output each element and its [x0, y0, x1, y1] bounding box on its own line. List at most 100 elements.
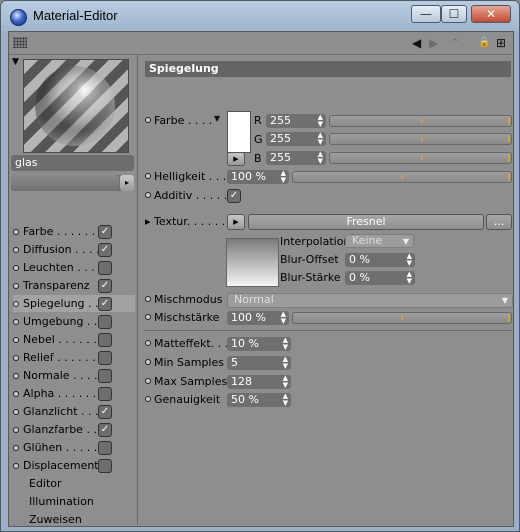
channel-item[interactable]: Alpha . . . . . . — [13, 385, 135, 402]
b-value-field[interactable]: 255 ▲ ▼ — [266, 151, 326, 165]
stepper-icon[interactable]: ▲ ▼ — [318, 114, 323, 128]
extra-item[interactable]: Zuweisen — [29, 511, 82, 528]
channel-item[interactable]: Farbe . . . . . . ✓ — [13, 223, 135, 240]
channel-checkbox[interactable] — [98, 333, 112, 347]
genauigkeit-field[interactable]: 50 % ▲ ▼ — [227, 393, 291, 407]
channel-item[interactable]: Nebel . . . . . . — [13, 331, 135, 348]
channel-item[interactable]: Glühen . . . . . — [13, 439, 135, 456]
new-window-icon[interactable]: ⊞ — [496, 36, 506, 50]
channel-checkbox[interactable] — [98, 351, 112, 365]
g-slider[interactable] — [329, 133, 512, 145]
animate-dot-icon[interactable] — [145, 396, 151, 402]
stepper-icon[interactable]: ▲ ▼ — [283, 375, 288, 389]
channel-checkbox[interactable] — [98, 387, 112, 401]
scroll-right-icon[interactable]: ▸ — [120, 175, 134, 191]
matteffekt-field[interactable]: 10 % ▲ ▼ — [227, 337, 291, 351]
channel-item[interactable]: Glanzlicht . . . ✓ — [13, 403, 135, 420]
channel-checkbox[interactable] — [98, 369, 112, 383]
textur-menu-button[interactable]: ▶ — [227, 214, 245, 230]
color-swatch[interactable] — [227, 111, 251, 153]
fresnel-shader-button[interactable]: Fresnel — [248, 214, 484, 230]
animate-dot-icon[interactable] — [145, 314, 151, 320]
stepper-icon[interactable]: ▲ ▼ — [283, 337, 288, 351]
material-preview[interactable] — [23, 59, 129, 153]
close-button[interactable]: ✕ — [471, 5, 511, 23]
animate-dot-icon[interactable] — [145, 296, 151, 302]
pin-icon[interactable]: ⌃ — [450, 36, 460, 50]
max-samples-field[interactable]: 128 ▲ ▼ — [227, 375, 291, 389]
matteffekt-label: Matteffekt. . . — [145, 336, 228, 352]
toolbar-grip-icon[interactable] — [13, 37, 27, 48]
channel-item[interactable]: Transparenz ✓ — [13, 277, 135, 294]
title-bar[interactable]: Material-Editor — ☐ ✕ — [1, 1, 519, 31]
channel-checkbox[interactable] — [98, 441, 112, 455]
blur-offset-label: Blur-Offset — [280, 253, 339, 266]
animate-dot-icon[interactable] — [145, 340, 151, 346]
stepper-icon[interactable]: ▲ ▼ — [283, 393, 288, 407]
channel-checkbox[interactable]: ✓ — [98, 243, 112, 257]
min-samples-field[interactable]: 5 ▲ ▼ — [227, 356, 291, 370]
stepper-icon[interactable]: ▲ ▼ — [407, 271, 412, 285]
channel-checkbox[interactable]: ✓ — [98, 279, 112, 293]
blur-offset-field[interactable]: 0 % ▲ ▼ — [345, 253, 415, 267]
stepper-icon[interactable]: ▲ ▼ — [281, 170, 286, 184]
lock-icon[interactable]: 🔒 — [478, 36, 490, 50]
r-slider[interactable] — [329, 115, 512, 127]
stepper-icon[interactable]: ▲ ▼ — [407, 253, 412, 267]
stepper-icon[interactable]: ▲ ▼ — [318, 132, 323, 146]
genauigkeit-value: 50 % — [231, 393, 259, 406]
channel-dot-icon — [13, 337, 19, 343]
animate-dot-icon[interactable] — [145, 378, 151, 384]
scrollbar-thumb[interactable] — [11, 175, 119, 191]
slider-end — [508, 117, 510, 125]
preview-menu-icon[interactable]: ▼ — [12, 57, 19, 67]
r-value-field[interactable]: 255 ▲ ▼ — [266, 114, 326, 128]
forward-arrow-icon[interactable]: ▶ — [429, 36, 438, 50]
animate-dot-icon[interactable] — [145, 173, 151, 179]
channel-item[interactable]: Diffusion . . . . ✓ — [13, 241, 135, 258]
channel-checkbox[interactable]: ✓ — [98, 405, 112, 419]
channel-checkbox[interactable]: ✓ — [98, 297, 112, 311]
material-name-field[interactable]: glas — [11, 155, 134, 171]
channel-item[interactable]: Glanzfarbe . . ✓ — [13, 421, 135, 438]
g-value-field[interactable]: 255 ▲ ▼ — [266, 132, 326, 146]
channel-item[interactable]: Normale . . . . — [13, 367, 135, 384]
channel-item[interactable]: Spiegelung . . ✓ — [13, 295, 135, 312]
extra-item[interactable]: Editor — [29, 475, 62, 492]
channel-item[interactable]: Umgebung . . — [13, 313, 135, 330]
mischstaerke-field[interactable]: 100 % ▲ ▼ — [227, 311, 289, 325]
stepper-icon[interactable]: ▲ ▼ — [283, 356, 288, 370]
color-picker-button[interactable]: ▶ — [227, 152, 245, 166]
channel-item[interactable]: Leuchten . . . . — [13, 259, 135, 276]
minimize-button[interactable]: — — [411, 5, 441, 23]
extra-item[interactable]: Illumination — [29, 493, 94, 510]
channel-item[interactable]: Relief . . . . . . — [13, 349, 135, 366]
animate-dot-icon[interactable] — [145, 192, 151, 198]
texture-preview[interactable] — [226, 238, 279, 287]
channel-checkbox[interactable]: ✓ — [98, 423, 112, 437]
stepper-icon[interactable]: ▲ ▼ — [318, 151, 323, 165]
min-samples-label-text: Min Samples — [154, 356, 224, 369]
channel-item[interactable]: Displacement — [13, 457, 135, 474]
helligkeit-slider[interactable] — [292, 171, 512, 183]
mischstaerke-slider[interactable] — [292, 312, 512, 324]
channel-checkbox[interactable] — [98, 261, 112, 275]
channel-checkbox[interactable]: ✓ — [98, 225, 112, 239]
blur-staerke-field[interactable]: 0 % ▲ ▼ — [345, 271, 415, 285]
mischmodus-select[interactable]: Normal ▼ — [227, 293, 513, 308]
stepper-icon[interactable]: ▲ ▼ — [281, 311, 286, 325]
animate-dot-icon[interactable] — [145, 359, 151, 365]
textur-more-button[interactable]: ... — [486, 214, 512, 230]
chevron-down-icon[interactable]: ▼ — [214, 112, 220, 126]
interpolation-select[interactable]: Keine ▼ — [345, 234, 414, 248]
additiv-checkbox[interactable]: ✓ — [227, 189, 241, 203]
channel-checkbox[interactable] — [98, 459, 112, 473]
back-arrow-icon[interactable]: ◀ — [412, 36, 421, 50]
helligkeit-field[interactable]: 100 % ▲ ▼ — [227, 170, 289, 184]
b-slider[interactable] — [329, 152, 512, 164]
animate-dot-icon[interactable] — [145, 117, 151, 123]
channel-scrollbar[interactable]: ▸ — [11, 175, 134, 191]
channel-checkbox[interactable] — [98, 315, 112, 329]
maximize-button[interactable]: ☐ — [441, 5, 467, 23]
textur-expand-icon[interactable]: ▸ — [145, 215, 151, 228]
